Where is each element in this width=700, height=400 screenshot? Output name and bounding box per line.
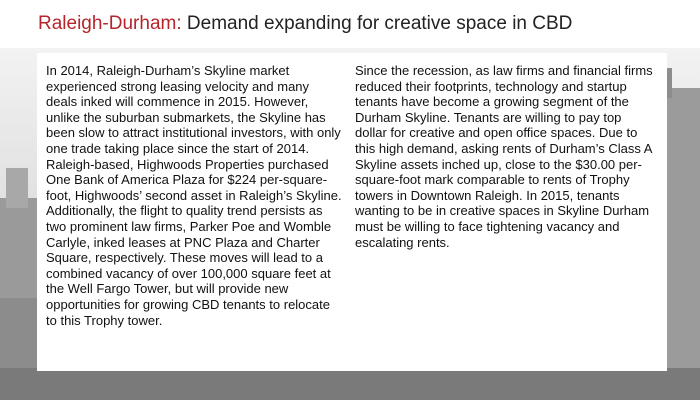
text-panel: In 2014, Raleigh-Durham’s Skyline market… — [37, 53, 667, 371]
title-bar: Raleigh-Durham: Demand expanding for cre… — [0, 0, 700, 48]
slide-title: Raleigh-Durham: Demand expanding for cre… — [38, 13, 572, 35]
left-paragraph: In 2014, Raleigh-Durham’s Skyline market… — [46, 63, 342, 328]
title-text: Demand expanding for creative space in C… — [181, 13, 573, 34]
right-paragraph: Since the recession, as law firms and fi… — [355, 63, 653, 250]
title-city: Raleigh-Durham: — [38, 13, 182, 34]
